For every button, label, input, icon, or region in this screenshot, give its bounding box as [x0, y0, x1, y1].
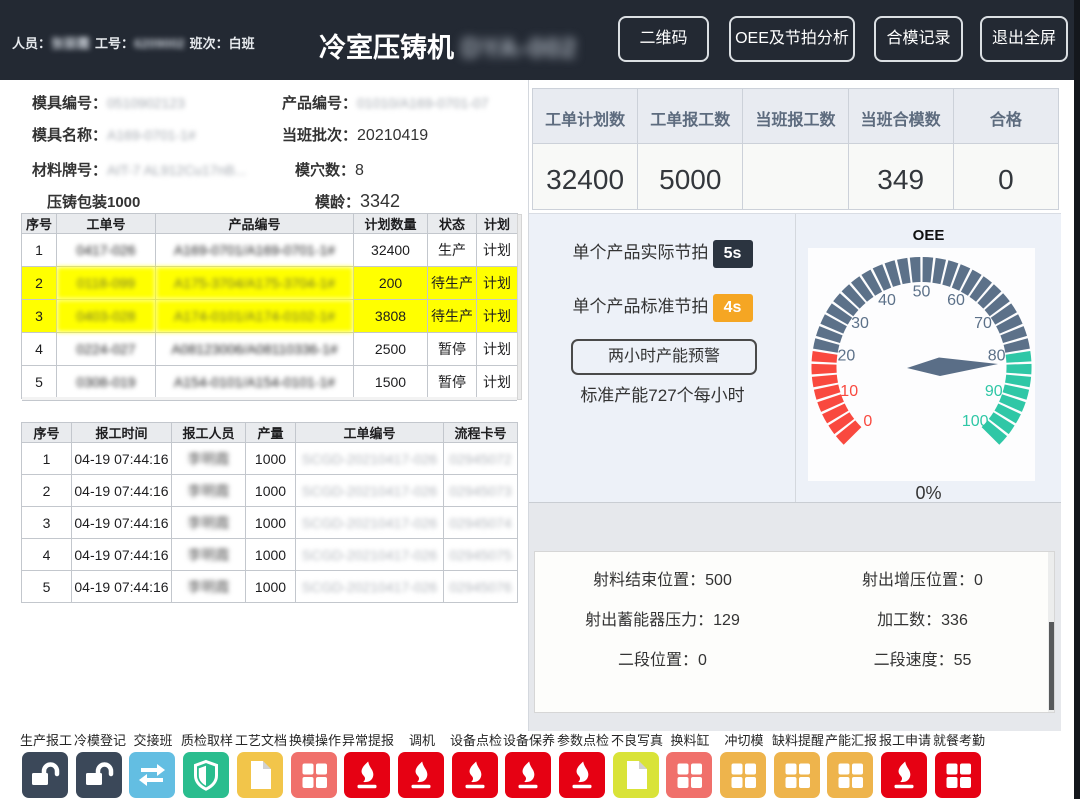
svg-text:80: 80 — [988, 348, 1006, 365]
svg-text:10: 10 — [840, 383, 858, 400]
svg-text:50: 50 — [913, 284, 931, 301]
svg-text:0: 0 — [863, 413, 872, 430]
svg-text:100: 100 — [962, 413, 989, 430]
svg-text:60: 60 — [947, 292, 965, 309]
svg-text:20: 20 — [838, 348, 856, 365]
svg-text:70: 70 — [974, 315, 992, 332]
svg-text:90: 90 — [985, 383, 1003, 400]
svg-text:40: 40 — [878, 292, 896, 309]
svg-text:30: 30 — [851, 315, 869, 332]
